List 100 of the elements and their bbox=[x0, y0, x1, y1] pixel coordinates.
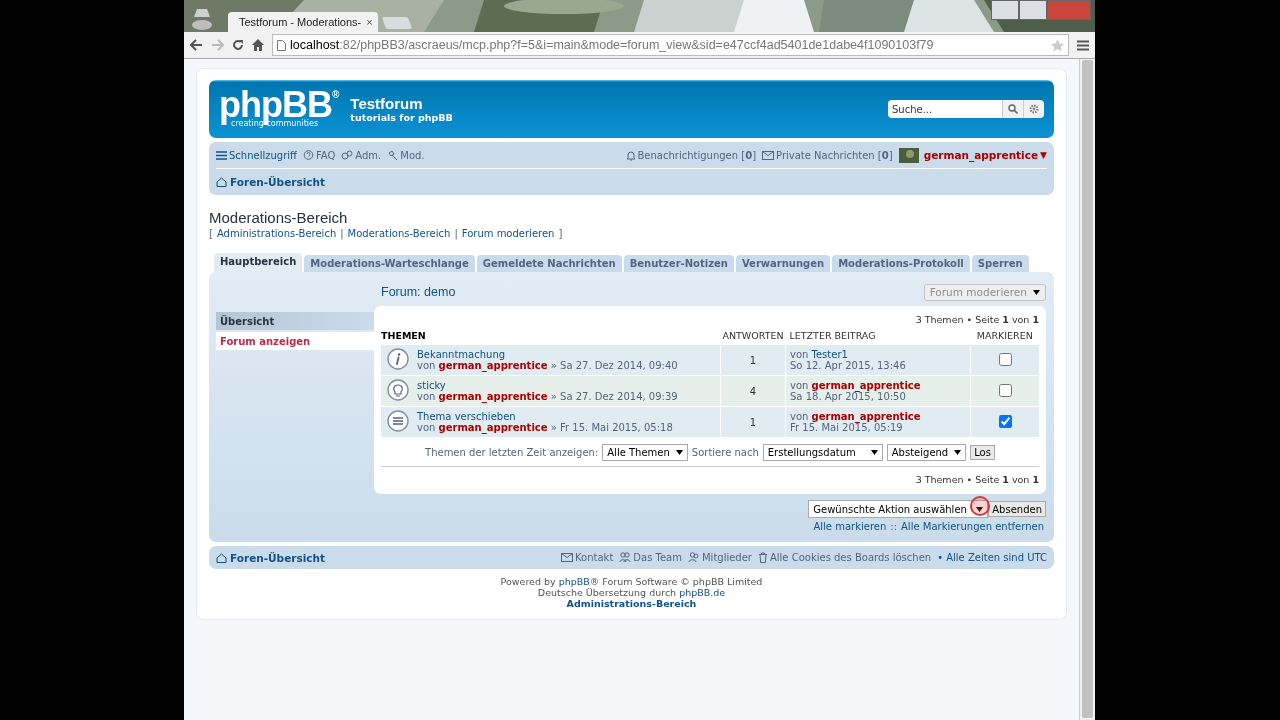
gavel-icon bbox=[387, 149, 399, 161]
reload-icon[interactable] bbox=[232, 39, 244, 51]
mark-checkbox[interactable] bbox=[998, 414, 1012, 428]
header-link[interactable]: Forum moderieren bbox=[461, 228, 555, 239]
search-button[interactable] bbox=[1002, 100, 1023, 118]
caret-icon bbox=[1033, 289, 1040, 295]
maximize-button[interactable] bbox=[1019, 0, 1047, 20]
topic-link[interactable]: Thema verschieben bbox=[417, 411, 516, 422]
tab[interactable]: Verwarnungen bbox=[735, 255, 831, 272]
last-post-date: So 12. Apr 2015, 13:46 bbox=[790, 360, 907, 371]
tab-close-button[interactable]: × bbox=[366, 16, 373, 28]
phpbb-link[interactable]: phpBB bbox=[558, 576, 590, 587]
back-icon[interactable] bbox=[190, 39, 203, 51]
footer-link[interactable]: Mitglieder bbox=[701, 552, 752, 563]
mark-checkbox[interactable] bbox=[998, 352, 1012, 366]
go-button[interactable]: Los bbox=[970, 445, 995, 460]
column-header: LETZTER BEITRAG bbox=[785, 328, 971, 345]
days-select[interactable]: Alle Themen bbox=[602, 444, 688, 461]
advanced-search-button[interactable] bbox=[1023, 100, 1044, 118]
home-icon[interactable] bbox=[252, 39, 264, 51]
caret-icon bbox=[976, 506, 984, 512]
nav-link[interactable]: Mod. bbox=[400, 149, 425, 161]
click-highlight bbox=[970, 496, 991, 516]
address-bar[interactable]: localhost:82/phpBB3/ascraeus/mcp.php?f=5&i=main&mode=forum_view&sid=e47ccf4ad5401de1dabe4f1090103f79 bbox=[272, 34, 1069, 56]
author-prefix: von bbox=[417, 391, 436, 402]
nav-link[interactable]: Schnellzugriff bbox=[229, 149, 297, 161]
menu-icon[interactable] bbox=[1077, 39, 1089, 51]
mark-all-link[interactable]: Alle markieren bbox=[813, 521, 887, 532]
last-author-link[interactable]: german_apprentice bbox=[811, 380, 921, 391]
topic-link[interactable]: sticky bbox=[417, 380, 446, 391]
minimize-button[interactable] bbox=[991, 0, 1019, 20]
nav-link[interactable]: FAQ bbox=[315, 149, 336, 161]
topic-icon bbox=[387, 410, 409, 432]
filter-label: Themen der letzten Zeit anzeigen: bbox=[425, 447, 599, 458]
header-link[interactable]: Moderations-Bereich bbox=[347, 228, 451, 239]
home-icon bbox=[216, 177, 227, 187]
scrollbar[interactable] bbox=[1079, 58, 1095, 720]
sort-key-select[interactable]: Erstellungsdatum bbox=[762, 444, 883, 461]
mark-checkbox[interactable] bbox=[998, 383, 1012, 397]
page-icon bbox=[277, 39, 286, 51]
bracket: ] bbox=[558, 228, 563, 239]
footer-link[interactable]: Kontakt bbox=[575, 552, 614, 563]
bell-icon bbox=[625, 149, 636, 161]
last-author-link[interactable]: german_apprentice bbox=[811, 411, 921, 422]
unmark-all-link[interactable]: Alle Markierungen entfernen bbox=[901, 521, 1044, 532]
author-prefix: von bbox=[790, 349, 809, 360]
nav-link[interactable]: Adm. bbox=[355, 149, 382, 161]
tab[interactable]: Hauptbereich bbox=[214, 253, 303, 272]
search-icon[interactable] bbox=[1008, 104, 1018, 114]
username-link[interactable]: german_apprentice bbox=[923, 149, 1039, 161]
translation-text: Deutsche Übersetzung durch bbox=[537, 587, 677, 598]
separator: | bbox=[340, 228, 344, 239]
sort-direction-select[interactable]: Absteigend bbox=[886, 444, 967, 461]
star-icon[interactable] bbox=[1051, 38, 1064, 52]
envelope-icon bbox=[762, 150, 775, 160]
author-prefix: von bbox=[790, 380, 809, 391]
admin-link[interactable]: Administrations-Bereich bbox=[566, 598, 697, 609]
author-link[interactable]: german_apprentice bbox=[438, 422, 548, 433]
site-title: Testforum bbox=[350, 95, 424, 112]
submit-button[interactable]: Absenden bbox=[988, 501, 1046, 517]
tab[interactable]: Gemeldete Nachrichten bbox=[476, 255, 622, 272]
site-description: tutorials for phpBB bbox=[350, 112, 453, 123]
sidebar-item[interactable]: Forum anzeigen bbox=[216, 332, 374, 350]
dropdown-caret[interactable]: ▼ bbox=[1040, 150, 1047, 160]
trash-icon bbox=[757, 552, 768, 563]
avatar bbox=[898, 147, 919, 163]
tab[interactable]: Moderations-Protokoll bbox=[832, 255, 970, 272]
info-icon bbox=[387, 348, 409, 370]
people-icon bbox=[687, 552, 700, 563]
sidebar-heading: Übersicht bbox=[216, 312, 374, 330]
separator: :: bbox=[890, 521, 898, 532]
last-post-date: Fr 15. Mai 2015, 05:19 bbox=[790, 422, 903, 433]
search-field[interactable]: Suche... bbox=[888, 100, 1002, 118]
action-select[interactable]: Gewünschte Aktion auswählen bbox=[808, 500, 989, 518]
notifications-link[interactable]: Benachrichtigungen [0] bbox=[637, 149, 757, 161]
tab[interactable]: Benutzer-Notizen bbox=[623, 255, 734, 272]
author-prefix: von bbox=[790, 411, 809, 422]
people-icon bbox=[619, 552, 632, 563]
bracket: [ bbox=[209, 228, 213, 239]
footer-link[interactable]: Das Team bbox=[633, 552, 682, 563]
breadcrumb-link[interactable]: Foren-Übersicht bbox=[230, 176, 325, 188]
settings-icon[interactable] bbox=[1029, 104, 1039, 114]
author-link[interactable]: german_apprentice bbox=[438, 360, 548, 371]
author-prefix: von bbox=[417, 422, 436, 433]
browser-tab[interactable]: Testforum - Moderations- × bbox=[228, 12, 378, 32]
private-messages-link[interactable]: Private Nachrichten [0] bbox=[776, 149, 893, 161]
author-prefix: von bbox=[417, 360, 436, 371]
header-link[interactable]: Administrations-Bereich bbox=[216, 228, 337, 239]
translation-link[interactable]: phpBB.de bbox=[679, 587, 726, 598]
breadcrumb-link[interactable]: Foren-Übersicht bbox=[230, 551, 325, 564]
author-link[interactable]: german_apprentice bbox=[438, 391, 548, 402]
topic-link[interactable]: Bekanntmachung bbox=[417, 349, 506, 360]
home-icon bbox=[216, 552, 227, 563]
copyright-text: ® Forum Software © phpBB Limited bbox=[589, 576, 763, 587]
last-author-link[interactable]: Tester1 bbox=[811, 349, 848, 360]
footer-link[interactable]: Alle Cookies des Boards löschen bbox=[769, 552, 932, 563]
tab[interactable]: Moderations-Warteschlange bbox=[304, 255, 475, 272]
incognito-icon bbox=[190, 8, 214, 30]
tab[interactable]: Sperren bbox=[971, 255, 1029, 272]
logo[interactable]: phpBB$^{®}$ creating communities bbox=[219, 90, 339, 128]
